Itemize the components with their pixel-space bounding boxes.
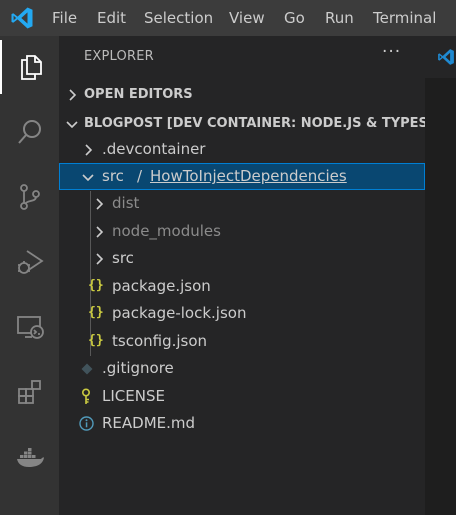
explorer-icon — [20, 55, 42, 80]
license-key-icon — [81, 388, 91, 404]
tree-item-license[interactable]: LICENSE — [59, 383, 425, 410]
explorer-title: EXPLORER — [84, 49, 154, 64]
activity-explorer[interactable] — [0, 40, 59, 94]
json-file-icon: {} — [88, 333, 104, 348]
tree-item-src-selected[interactable]: src / HowToInjectDependencies — [59, 163, 425, 190]
chevron-down-icon — [66, 121, 78, 129]
extensions-icon — [17, 380, 41, 404]
chevron-right-icon — [96, 253, 104, 265]
vscode-logo-icon — [438, 49, 454, 65]
json-file-icon: {} — [88, 305, 104, 320]
json-file-icon: {} — [88, 278, 104, 293]
git-file-icon — [81, 363, 93, 375]
menu-view[interactable]: View — [229, 0, 265, 36]
tree-item-label: src — [112, 249, 134, 267]
menu-bar: File Edit Selection View Go Run Terminal — [0, 0, 456, 36]
open-editors-label: OPEN EDITORS — [84, 87, 193, 102]
info-icon — [79, 416, 94, 431]
tree-item-readme[interactable]: README.md — [59, 410, 425, 437]
docker-icon — [16, 448, 44, 467]
tree-item-label: package-lock.json — [112, 304, 247, 322]
chevron-right-icon — [96, 198, 104, 210]
activity-search[interactable] — [0, 105, 59, 159]
activity-extensions[interactable] — [0, 365, 59, 419]
tree-item-package-json[interactable]: {} package.json — [59, 273, 425, 300]
editor-tab-strip — [425, 36, 456, 78]
tree-item-label: dist — [112, 194, 140, 212]
menu-selection[interactable]: Selection — [144, 0, 213, 36]
tree-item-src[interactable]: src — [59, 245, 425, 272]
activity-run-debug[interactable] — [0, 235, 59, 289]
tree-item-node-modules[interactable]: node_modules — [59, 218, 425, 245]
tree-item-gitignore[interactable]: .gitignore — [59, 355, 425, 382]
tree-item-dist[interactable]: dist — [59, 190, 425, 217]
vscode-logo-icon[interactable] — [10, 6, 34, 30]
workspace-label: BLOGPOST [DEV CONTAINER: NODE.JS & TYPES… — [84, 116, 456, 131]
remote-explorer-icon — [16, 316, 44, 339]
menu-edit[interactable]: Edit — [97, 0, 126, 36]
more-actions-icon[interactable]: ··· — [382, 42, 401, 62]
path-separator: / — [137, 167, 143, 185]
editor-area — [425, 36, 456, 515]
chevron-down-icon — [82, 174, 94, 182]
tree-item-tsconfig-json[interactable]: {} tsconfig.json — [59, 328, 425, 355]
tree-item-label: package.json — [112, 277, 211, 295]
search-icon — [17, 120, 41, 144]
activity-bar — [0, 36, 59, 515]
tree-item-label: README.md — [102, 414, 196, 432]
tree-item-devcontainer[interactable]: .devcontainer — [59, 136, 425, 163]
chevron-right-icon — [85, 144, 93, 156]
activity-remote-explorer[interactable] — [0, 300, 59, 354]
tree-item-label: LICENSE — [102, 387, 165, 405]
menu-go[interactable]: Go — [284, 0, 305, 36]
compact-folder-link[interactable]: HowToInjectDependencies — [150, 167, 347, 185]
tree-item-label: tsconfig.json — [112, 332, 208, 350]
tree-item-label: .devcontainer — [102, 140, 206, 158]
section-workspace[interactable]: BLOGPOST [DEV CONTAINER: NODE.JS & TYPES… — [59, 110, 456, 137]
activity-source-control[interactable] — [0, 170, 59, 224]
tree-item-label: src — [102, 167, 124, 185]
chevron-right-icon — [69, 89, 77, 101]
tree-item-label: .gitignore — [102, 359, 174, 377]
menu-terminal[interactable]: Terminal — [373, 0, 436, 36]
section-open-editors[interactable]: OPEN EDITORS — [59, 81, 425, 108]
menu-file[interactable]: File — [52, 0, 77, 36]
menu-run[interactable]: Run — [325, 0, 354, 36]
explorer-sidebar: EXPLORER ··· OPEN EDITORS BLOGPOST [DEV … — [59, 36, 456, 515]
chevron-right-icon — [96, 226, 104, 238]
tree-item-package-lock-json[interactable]: {} package-lock.json — [59, 300, 425, 327]
source-control-icon — [19, 184, 40, 210]
run-debug-icon — [17, 250, 44, 274]
tree-item-label: node_modules — [112, 222, 221, 240]
activity-docker[interactable] — [0, 430, 59, 484]
